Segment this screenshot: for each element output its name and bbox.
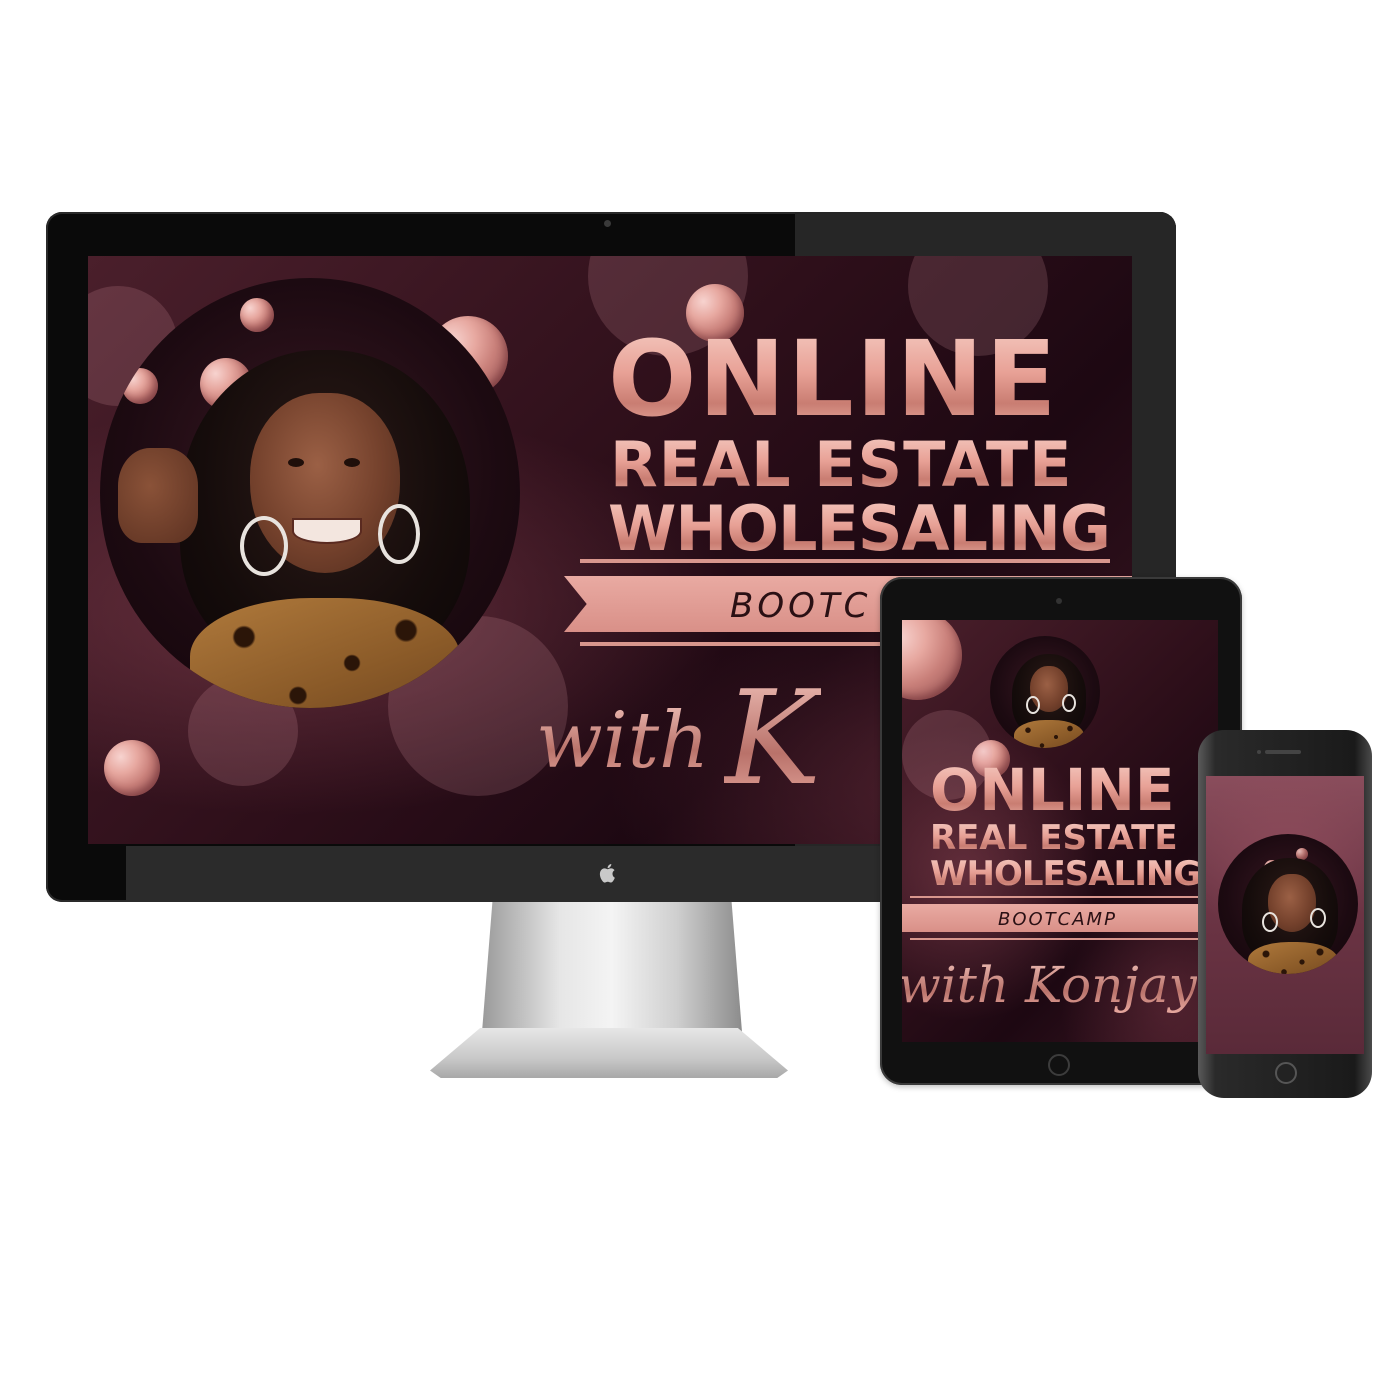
- earring: [1262, 912, 1278, 932]
- earring: [378, 504, 420, 564]
- title-online: ONLINE: [608, 318, 1059, 440]
- phone-speaker: [1265, 750, 1301, 754]
- foil-circle: [104, 740, 160, 796]
- monitor-stand-foot: [430, 1028, 788, 1078]
- title-wholesaling: WHOLESALING: [608, 492, 1111, 565]
- earring: [240, 516, 288, 576]
- divider-line: [580, 559, 1110, 563]
- device-mockup-scene: ONLINE REAL ESTATE WHOLESALING BOOTC wit…: [0, 0, 1400, 1400]
- tablet-screen: ONLINE REAL ESTATE WHOLESALING BOOTCAMP …: [902, 620, 1218, 1042]
- script-with-name: with Konjay: [902, 956, 1197, 1014]
- foil-circle: [122, 368, 158, 404]
- script-with: with: [536, 696, 710, 786]
- monitor-stand-neck: [482, 902, 742, 1032]
- tablet-home-button[interactable]: [1048, 1054, 1070, 1076]
- earring: [1310, 908, 1326, 928]
- eye: [288, 458, 304, 467]
- monitor-camera: [604, 220, 611, 227]
- script-name: K: [724, 662, 822, 814]
- instructor-portrait-phone: [1218, 834, 1358, 974]
- foil-circle: [240, 298, 274, 332]
- eye: [344, 458, 360, 467]
- apple-icon: [599, 864, 615, 883]
- leopard-top: [190, 598, 460, 708]
- phone-camera: [1257, 750, 1261, 754]
- bootcamp-label: BOOTC: [730, 586, 872, 626]
- smile: [292, 518, 362, 544]
- raised-fist: [118, 448, 198, 543]
- earring: [1062, 694, 1076, 712]
- title-wholesaling: WHOLESALING: [930, 854, 1201, 894]
- instructor-portrait-small: [990, 636, 1100, 748]
- phone-screen: [1206, 776, 1364, 1054]
- instructor-portrait: [100, 278, 520, 708]
- foil-circle: [902, 620, 962, 700]
- leopard-top: [1248, 942, 1338, 974]
- tablet-camera: [1056, 598, 1062, 604]
- title-online: ONLINE: [930, 756, 1175, 824]
- divider-line: [910, 896, 1210, 898]
- divider-line: [910, 938, 1210, 940]
- leopard-top: [1014, 720, 1084, 748]
- title-real-estate: REAL ESTATE: [610, 428, 1073, 501]
- bootcamp-label: BOOTCAMP: [998, 909, 1117, 930]
- title-real-estate: REAL ESTATE: [930, 818, 1178, 858]
- phone-home-button[interactable]: [1275, 1062, 1297, 1084]
- earring: [1026, 696, 1040, 714]
